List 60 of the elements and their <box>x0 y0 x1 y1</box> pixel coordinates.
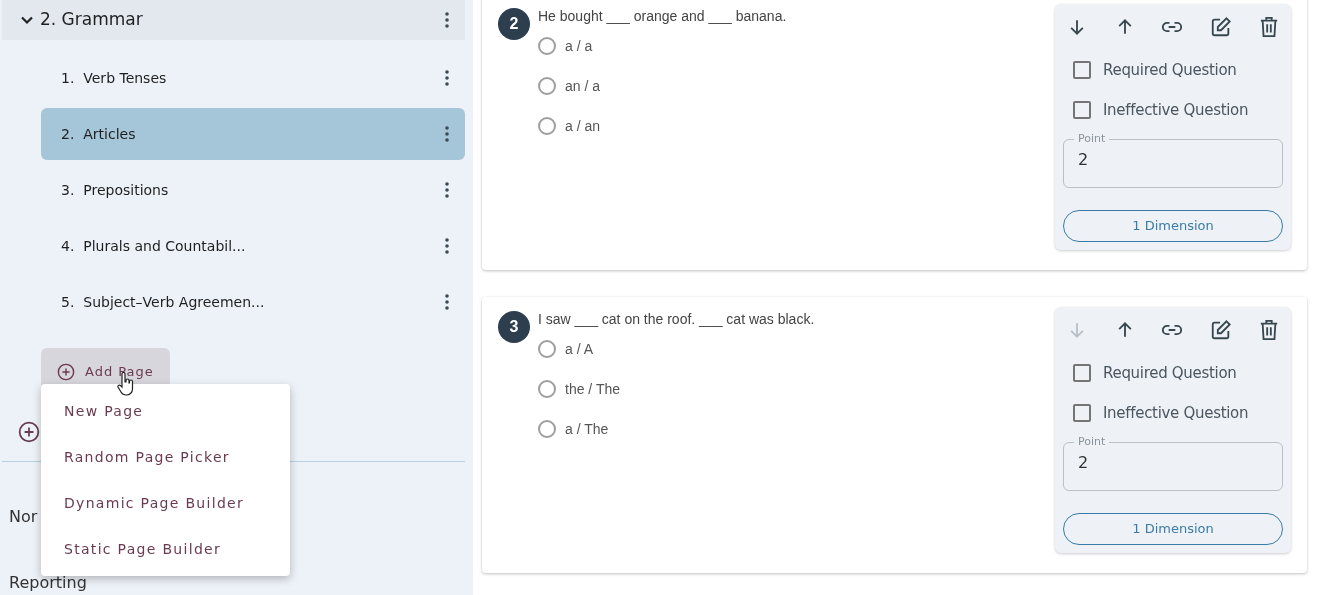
more-icon[interactable] <box>445 238 449 254</box>
more-icon[interactable] <box>445 182 449 198</box>
question-number: 2 <box>498 8 530 40</box>
radio-button[interactable] <box>538 37 556 55</box>
checkbox[interactable] <box>1073 61 1091 79</box>
page-item[interactable]: 1. Verb Tenses <box>41 52 465 104</box>
page-label: 1. Verb Tenses <box>61 68 167 88</box>
menu-item[interactable]: Random Page Picker <box>41 434 290 480</box>
option-label: a / A <box>565 339 594 359</box>
field-value: 2 <box>1077 452 1090 474</box>
question-text: I saw ___ cat on the roof. ___ cat was black. <box>538 311 815 327</box>
page-label: 2. Articles <box>61 124 136 144</box>
delete-icon[interactable] <box>1259 16 1279 38</box>
checkbox[interactable] <box>1073 404 1091 422</box>
menu-item[interactable]: Dynamic Page Builder <box>41 480 290 526</box>
more-icon[interactable] <box>445 126 449 142</box>
point-field[interactable]: Point 2 <box>1063 132 1283 188</box>
more-icon[interactable] <box>445 294 449 310</box>
add-circle-icon <box>57 363 75 381</box>
checkbox[interactable] <box>1073 101 1091 119</box>
page-item[interactable]: 4. Plurals and Countabil... <box>41 220 465 272</box>
link-icon[interactable] <box>1162 20 1182 34</box>
question-number: 3 <box>498 311 530 343</box>
point-field[interactable]: Point 2 <box>1063 435 1283 491</box>
link-icon[interactable] <box>1162 323 1182 337</box>
section-header[interactable]: 2. Grammar <box>2 0 465 40</box>
page-item[interactable]: 2. Articles <box>41 108 465 160</box>
checkbox-label: Required Question <box>1103 59 1237 81</box>
checkbox-label: Ineffective Question <box>1103 99 1249 121</box>
question-text: He bought ___ orange and ___ banana. <box>538 8 787 24</box>
edit-icon[interactable] <box>1209 319 1232 341</box>
more-icon[interactable] <box>445 12 449 28</box>
radio-button[interactable] <box>538 380 556 398</box>
radio-button[interactable] <box>538 420 556 438</box>
page-item[interactable]: 3. Prepositions <box>41 164 465 216</box>
menu-item[interactable]: Static Page Builder <box>41 526 290 572</box>
field-label: Point <box>1077 435 1107 449</box>
checkbox-label: Ineffective Question <box>1103 402 1249 424</box>
add-circle-icon[interactable] <box>18 421 40 443</box>
page-label: 4. Plurals and Countabil... <box>61 236 246 256</box>
page-label: 3. Prepositions <box>61 180 169 200</box>
checkbox[interactable] <box>1073 364 1091 382</box>
edit-icon[interactable] <box>1209 16 1232 38</box>
more-icon[interactable] <box>445 70 449 86</box>
field-value: 2 <box>1077 149 1090 171</box>
radio-button[interactable] <box>538 117 556 135</box>
page-item[interactable]: 5. Subject–Verb Agreemen... <box>41 276 465 328</box>
radio-button[interactable] <box>538 77 556 95</box>
radio-button[interactable] <box>538 340 556 358</box>
page-label: 5. Subject–Verb Agreemen... <box>61 292 265 312</box>
nav-item[interactable]: Reporting <box>9 575 473 591</box>
option-label: the / The <box>565 379 620 399</box>
option-label: a / an <box>565 116 601 136</box>
option-label: a / a <box>565 36 593 56</box>
option-label: a / The <box>565 419 609 439</box>
option-label: an / a <box>565 76 601 96</box>
field-label: Point <box>1077 132 1107 146</box>
delete-icon[interactable] <box>1259 319 1279 341</box>
checkbox-label: Required Question <box>1103 362 1237 384</box>
section-title: 2. Grammar <box>40 8 143 32</box>
